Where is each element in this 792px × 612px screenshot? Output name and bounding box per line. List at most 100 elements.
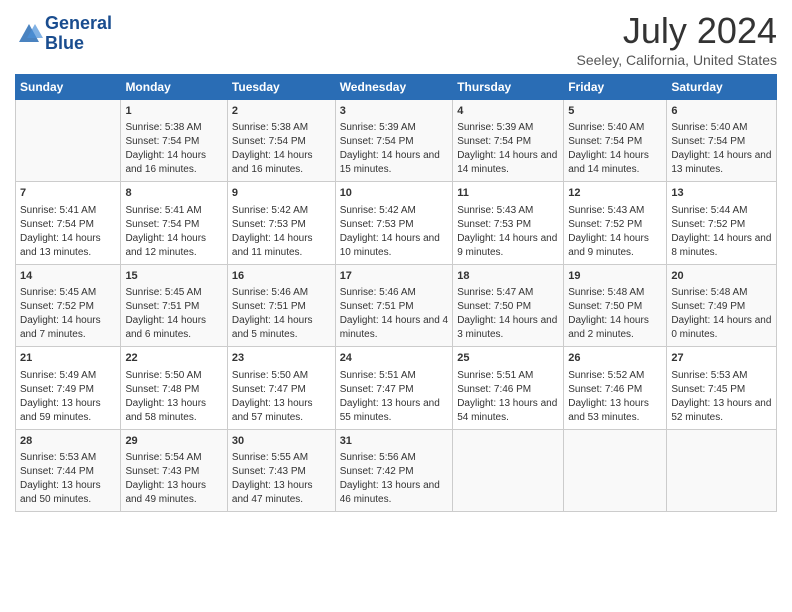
- cell-content: Sunrise: 5:41 AM Sunset: 7:54 PM Dayligh…: [20, 204, 116, 260]
- weekday-header: Saturday: [667, 75, 777, 100]
- cell-content: Sunrise: 5:42 AM Sunset: 7:53 PM Dayligh…: [232, 204, 331, 260]
- calendar-cell: 17 Sunrise: 5:46 AM Sunset: 7:51 PM Dayli…: [335, 264, 453, 346]
- weekday-header: Thursday: [453, 75, 564, 100]
- calendar-week-row: 1 Sunrise: 5:38 AM Sunset: 7:54 PM Daylig…: [16, 100, 777, 182]
- calendar-week-row: 7 Sunrise: 5:41 AM Sunset: 7:54 PM Daylig…: [16, 182, 777, 264]
- calendar-cell: 5 Sunrise: 5:40 AM Sunset: 7:54 PM Daylig…: [564, 100, 667, 182]
- day-number: 5: [568, 104, 662, 119]
- cell-content: Sunrise: 5:40 AM Sunset: 7:54 PM Dayligh…: [568, 121, 662, 177]
- calendar-cell: [667, 429, 777, 511]
- calendar-cell: 21 Sunrise: 5:49 AM Sunset: 7:49 PM Dayli…: [16, 347, 121, 429]
- cell-content: Sunrise: 5:46 AM Sunset: 7:51 PM Dayligh…: [340, 286, 449, 342]
- cell-content: Sunrise: 5:45 AM Sunset: 7:52 PM Dayligh…: [20, 286, 116, 342]
- day-number: 2: [232, 104, 331, 119]
- calendar-cell: 29 Sunrise: 5:54 AM Sunset: 7:43 PM Dayli…: [121, 429, 227, 511]
- day-number: 7: [20, 186, 116, 201]
- weekday-header: Tuesday: [227, 75, 335, 100]
- calendar-cell: 27 Sunrise: 5:53 AM Sunset: 7:45 PM Dayli…: [667, 347, 777, 429]
- calendar-cell: 7 Sunrise: 5:41 AM Sunset: 7:54 PM Daylig…: [16, 182, 121, 264]
- cell-content: Sunrise: 5:44 AM Sunset: 7:52 PM Dayligh…: [671, 204, 772, 260]
- day-number: 8: [125, 186, 222, 201]
- day-number: 1: [125, 104, 222, 119]
- cell-content: Sunrise: 5:43 AM Sunset: 7:53 PM Dayligh…: [457, 204, 559, 260]
- day-number: 16: [232, 269, 331, 284]
- calendar-cell: 13 Sunrise: 5:44 AM Sunset: 7:52 PM Dayli…: [667, 182, 777, 264]
- calendar-cell: 4Sunrise: 5:39 AM Sunset: 7:54 PM Daylig…: [453, 100, 564, 182]
- day-number: 19: [568, 269, 662, 284]
- calendar-cell: 19 Sunrise: 5:48 AM Sunset: 7:50 PM Dayli…: [564, 264, 667, 346]
- cell-content: Sunrise: 5:53 AM Sunset: 7:45 PM Dayligh…: [671, 369, 772, 425]
- cell-content: Sunrise: 5:51 AM Sunset: 7:46 PM Dayligh…: [457, 369, 559, 425]
- weekday-header-row: SundayMondayTuesdayWednesdayThursdayFrid…: [16, 75, 777, 100]
- calendar-cell: 22 Sunrise: 5:50 AM Sunset: 7:48 PM Dayli…: [121, 347, 227, 429]
- cell-content: Sunrise: 5:38 AM Sunset: 7:54 PM Dayligh…: [232, 121, 331, 177]
- day-number: 4: [457, 104, 559, 119]
- calendar-cell: 31Sunrise: 5:56 AM Sunset: 7:42 PM Dayli…: [335, 429, 453, 511]
- calendar-cell: 2 Sunrise: 5:38 AM Sunset: 7:54 PM Daylig…: [227, 100, 335, 182]
- day-number: 10: [340, 186, 449, 201]
- day-number: 27: [671, 351, 772, 366]
- cell-content: Sunrise: 5:52 AM Sunset: 7:46 PM Dayligh…: [568, 369, 662, 425]
- day-number: 28: [20, 434, 116, 449]
- day-number: 3: [340, 104, 449, 119]
- main-title: July 2024: [576, 10, 777, 52]
- weekday-header: Wednesday: [335, 75, 453, 100]
- day-number: 18: [457, 269, 559, 284]
- cell-content: Sunrise: 5:39 AM Sunset: 7:54 PM Dayligh…: [340, 121, 449, 177]
- cell-content: Sunrise: 5:41 AM Sunset: 7:54 PM Dayligh…: [125, 204, 222, 260]
- day-number: 14: [20, 269, 116, 284]
- logo-text: General Blue: [45, 14, 112, 54]
- calendar-cell: 11Sunrise: 5:43 AM Sunset: 7:53 PM Dayli…: [453, 182, 564, 264]
- weekday-header: Sunday: [16, 75, 121, 100]
- logo-icon: [15, 20, 43, 48]
- calendar-week-row: 21 Sunrise: 5:49 AM Sunset: 7:49 PM Dayli…: [16, 347, 777, 429]
- cell-content: Sunrise: 5:54 AM Sunset: 7:43 PM Dayligh…: [125, 451, 222, 507]
- cell-content: Sunrise: 5:47 AM Sunset: 7:50 PM Dayligh…: [457, 286, 559, 342]
- day-number: 13: [671, 186, 772, 201]
- day-number: 21: [20, 351, 116, 366]
- cell-content: Sunrise: 5:42 AM Sunset: 7:53 PM Dayligh…: [340, 204, 449, 260]
- day-number: 24: [340, 351, 449, 366]
- cell-content: Sunrise: 5:46 AM Sunset: 7:51 PM Dayligh…: [232, 286, 331, 342]
- calendar-cell: 10 Sunrise: 5:42 AM Sunset: 7:53 PM Dayli…: [335, 182, 453, 264]
- cell-content: Sunrise: 5:48 AM Sunset: 7:49 PM Dayligh…: [671, 286, 772, 342]
- calendar-cell: [453, 429, 564, 511]
- logo: General Blue: [15, 14, 112, 54]
- cell-content: Sunrise: 5:48 AM Sunset: 7:50 PM Dayligh…: [568, 286, 662, 342]
- cell-content: Sunrise: 5:40 AM Sunset: 7:54 PM Dayligh…: [671, 121, 772, 177]
- calendar-cell: 16 Sunrise: 5:46 AM Sunset: 7:51 PM Dayli…: [227, 264, 335, 346]
- cell-content: Sunrise: 5:43 AM Sunset: 7:52 PM Dayligh…: [568, 204, 662, 260]
- cell-content: Sunrise: 5:45 AM Sunset: 7:51 PM Dayligh…: [125, 286, 222, 342]
- calendar-week-row: 14 Sunrise: 5:45 AM Sunset: 7:52 PM Dayli…: [16, 264, 777, 346]
- day-number: 22: [125, 351, 222, 366]
- calendar-cell: 28 Sunrise: 5:53 AM Sunset: 7:44 PM Dayli…: [16, 429, 121, 511]
- calendar-cell: 18 Sunrise: 5:47 AM Sunset: 7:50 PM Dayli…: [453, 264, 564, 346]
- calendar-cell: 30 Sunrise: 5:55 AM Sunset: 7:43 PM Dayli…: [227, 429, 335, 511]
- calendar-cell: 20 Sunrise: 5:48 AM Sunset: 7:49 PM Dayli…: [667, 264, 777, 346]
- day-number: 26: [568, 351, 662, 366]
- weekday-header: Monday: [121, 75, 227, 100]
- day-number: 31: [340, 434, 449, 449]
- day-number: 20: [671, 269, 772, 284]
- calendar-cell: 9Sunrise: 5:42 AM Sunset: 7:53 PM Daylig…: [227, 182, 335, 264]
- cell-content: Sunrise: 5:53 AM Sunset: 7:44 PM Dayligh…: [20, 451, 116, 507]
- header: General Blue July 2024 Seeley, Californi…: [15, 10, 777, 68]
- calendar-cell: [16, 100, 121, 182]
- day-number: 30: [232, 434, 331, 449]
- calendar-week-row: 28 Sunrise: 5:53 AM Sunset: 7:44 PM Dayli…: [16, 429, 777, 511]
- title-section: July 2024 Seeley, California, United Sta…: [576, 10, 777, 68]
- calendar-cell: 1 Sunrise: 5:38 AM Sunset: 7:54 PM Daylig…: [121, 100, 227, 182]
- day-number: 23: [232, 351, 331, 366]
- cell-content: Sunrise: 5:51 AM Sunset: 7:47 PM Dayligh…: [340, 369, 449, 425]
- calendar-cell: 8 Sunrise: 5:41 AM Sunset: 7:54 PM Daylig…: [121, 182, 227, 264]
- cell-content: Sunrise: 5:55 AM Sunset: 7:43 PM Dayligh…: [232, 451, 331, 507]
- day-number: 29: [125, 434, 222, 449]
- calendar-cell: 12Sunrise: 5:43 AM Sunset: 7:52 PM Dayli…: [564, 182, 667, 264]
- day-number: 6: [671, 104, 772, 119]
- cell-content: Sunrise: 5:49 AM Sunset: 7:49 PM Dayligh…: [20, 369, 116, 425]
- day-number: 17: [340, 269, 449, 284]
- day-number: 15: [125, 269, 222, 284]
- cell-content: Sunrise: 5:50 AM Sunset: 7:47 PM Dayligh…: [232, 369, 331, 425]
- cell-content: Sunrise: 5:38 AM Sunset: 7:54 PM Dayligh…: [125, 121, 222, 177]
- cell-content: Sunrise: 5:50 AM Sunset: 7:48 PM Dayligh…: [125, 369, 222, 425]
